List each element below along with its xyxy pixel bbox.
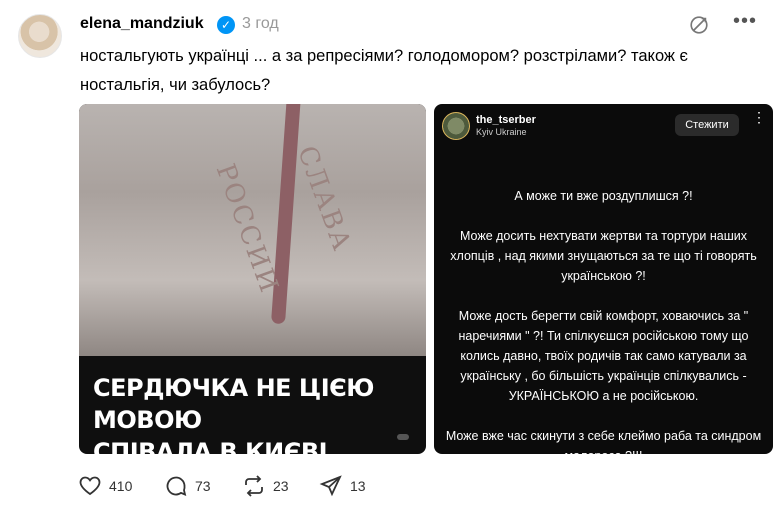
- embedded-text: А може ти вже роздуплишся ?! Може досить…: [445, 189, 762, 454]
- post-text: ностальгують українці ... а за репресіям…: [80, 47, 688, 94]
- share-button[interactable]: 13: [319, 474, 366, 498]
- comment-button[interactable]: 73: [164, 474, 211, 498]
- embedded-follow-button: Стежити: [675, 114, 739, 136]
- share-count: 13: [350, 478, 366, 494]
- like-count: 410: [109, 478, 133, 494]
- embedded-avatar: [442, 112, 470, 140]
- left-image-card[interactable]: СЛАВА РОССИИ СЕРДЮЧКА НЕ ЦІЄЮ МОВОЮ СПІВ…: [79, 104, 426, 454]
- comment-icon: [166, 476, 187, 496]
- card-indicator: [397, 434, 409, 440]
- action-bar: 410 73 23 13: [78, 474, 478, 498]
- right-screenshot-card[interactable]: the_tserber Kyiv Ukraine Стежити ⋮ А мож…: [434, 104, 773, 454]
- heart-icon: [79, 476, 101, 496]
- comment-count: 73: [195, 478, 211, 494]
- scar-mark: [270, 104, 302, 325]
- repost-icon: [245, 475, 263, 497]
- embedded-more-icon: ⋮: [752, 109, 767, 125]
- author-username[interactable]: elena_mandziuk: [80, 15, 204, 33]
- repost-menu-icon[interactable]: [688, 14, 710, 36]
- carved-text-2: РОССИИ: [209, 159, 285, 299]
- repost-button[interactable]: 23: [242, 474, 289, 498]
- scarred-torso-photo: СЛАВА РОССИИ: [79, 104, 426, 356]
- verified-badge-icon: ✓: [217, 16, 235, 34]
- more-icon[interactable]: •••: [733, 10, 757, 33]
- left-card-caption: СЕРДЮЧКА НЕ ЦІЄЮ МОВОЮ СПІВАЛА В КИЄВІ 2…: [93, 374, 374, 454]
- post-time[interactable]: 3 год: [242, 15, 279, 33]
- like-button[interactable]: 410: [78, 474, 132, 498]
- carved-text-1: СЛАВА: [291, 142, 357, 256]
- author-avatar[interactable]: [18, 14, 62, 58]
- embedded-username: the_tserber: [476, 114, 536, 126]
- share-icon: [319, 475, 342, 497]
- repost-count: 23: [273, 478, 289, 494]
- embedded-location: Kyiv Ukraine: [476, 127, 527, 137]
